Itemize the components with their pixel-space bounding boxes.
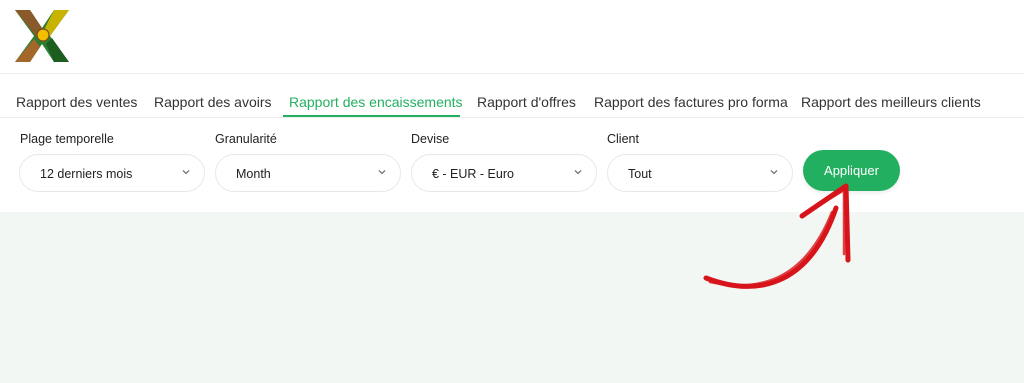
period-label: Plage temporelle [20, 132, 114, 146]
top-bar [0, 0, 1024, 74]
tab-offers-report[interactable]: Rapport d'offres [477, 94, 576, 110]
tab-sales-report[interactable]: Rapport des ventes [16, 94, 137, 110]
chevron-down-icon [182, 170, 190, 175]
report-content-area [0, 212, 1024, 383]
report-tabs: Rapport des ventes Rapport des avoirs Ra… [0, 84, 1024, 118]
active-tab-underline [283, 115, 460, 117]
chevron-down-icon [770, 170, 778, 175]
curved-arrow-icon [703, 183, 851, 289]
filter-bar: Plage temporelle 12 derniers mois Granul… [0, 118, 1024, 212]
chevron-down-icon [574, 170, 582, 175]
page: Rapport des ventes Rapport des avoirs Ra… [0, 0, 1024, 383]
currency-value: € - EUR - Euro [432, 167, 514, 181]
tab-payments-report[interactable]: Rapport des encaissements [289, 94, 463, 110]
tab-top-clients-report[interactable]: Rapport des meilleurs clients [801, 94, 981, 110]
granularity-label: Granularité [215, 132, 277, 146]
period-select[interactable]: 12 derniers mois [19, 154, 205, 192]
tab-proforma-report[interactable]: Rapport des factures pro forma [594, 94, 788, 110]
currency-select[interactable]: € - EUR - Euro [411, 154, 597, 192]
granularity-select[interactable]: Month [215, 154, 401, 192]
currency-label: Devise [411, 132, 450, 146]
brand-logo[interactable] [12, 6, 72, 64]
tab-credit-notes-report[interactable]: Rapport des avoirs [154, 94, 272, 110]
chevron-down-icon [378, 170, 386, 175]
client-value: Tout [628, 167, 652, 181]
granularity-value: Month [236, 167, 271, 181]
period-value: 12 derniers mois [40, 167, 133, 181]
client-label: Client [607, 132, 639, 146]
